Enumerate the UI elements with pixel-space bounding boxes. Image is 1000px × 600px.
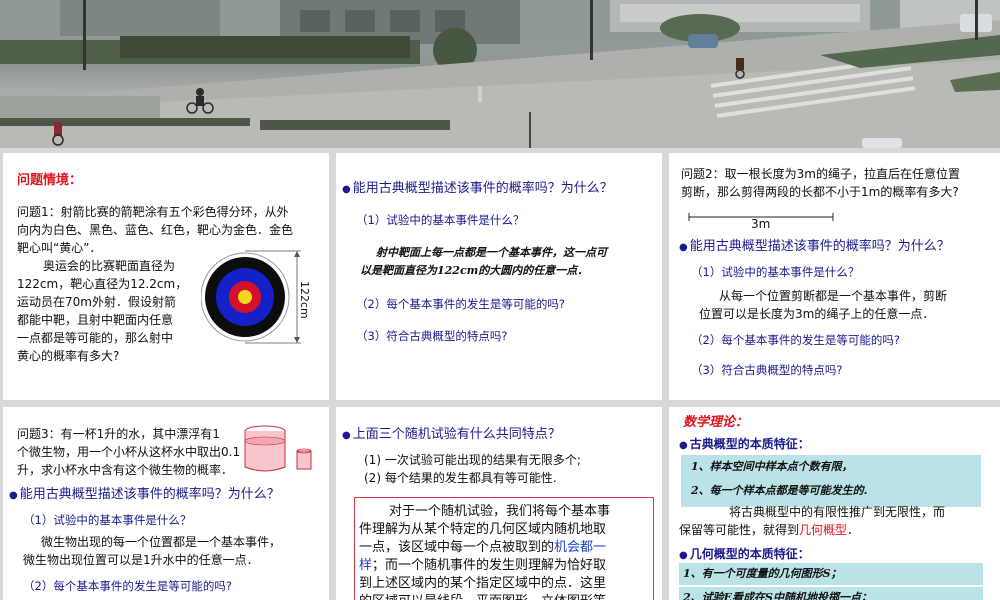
panel-question-1: 能用古典概型描述该事件的概率吗？为什么？ （1）试验中的基本事件是什么？ 射中靶… [336, 153, 662, 400]
sub-question-3: （3）符合古典概型的特点吗? [356, 329, 508, 343]
sub-question-2: （2）每个基本事件的发生是等可能的吗? [691, 333, 900, 347]
classical-feature-2: 2、每一个样本点都是等可能发生的. [691, 484, 868, 497]
problem-1-line: 122cm，靶心直径为12.2cm， [17, 277, 188, 291]
sub-question-3: （3）符合古典概型的特点吗? [691, 363, 843, 377]
sub-question-1: （1）试验中的基本事件是什么？ [23, 513, 192, 527]
section-heading: 数学理论： [683, 415, 749, 430]
answer-line: 微生物出现位置可以是1升水中的任意一点． [23, 553, 259, 567]
problem-1-line: 问题1：射箭比赛的箭靶涂有五个彩色得分环，从外 [17, 205, 289, 219]
problem-1-line: 奥运会的比赛靶面直径为 [43, 259, 176, 273]
panel-problem-1: 问题情境： 问题1：射箭比赛的箭靶涂有五个彩色得分环，从外 向内为白色、黑色、蓝… [3, 153, 329, 400]
geometric-feature-2: 2、试验E看成在S中随机地投掷一点； [683, 591, 872, 600]
main-question: 上面三个随机试验有什么共同特点？ [342, 425, 561, 445]
explanation-line: 样；而一个随机事件的发生则理解为恰好取 [359, 558, 607, 573]
main-question: 能用古典概型描述该事件的概率吗？为什么？ [679, 237, 950, 257]
sub-question-1: （1）试验中的基本事件是什么？ [691, 265, 860, 279]
problem-2-line: 问题2：取一根长度为3m的绳子，拉直后在任意位置 [681, 167, 960, 181]
panel-problem-2: 问题2：取一根长度为3m的绳子，拉直后在任意位置 剪断，那么剪得两段的长都不小于… [669, 153, 1000, 400]
feature-1: (1) 一次试验可能出现的结果有无限多个; [364, 453, 581, 467]
answer-line: 射中靶面上每一点都是一个基本事件，这一点可 [376, 246, 607, 259]
panel-common-features: 上面三个随机试验有什么共同特点？ (1) 一次试验可能出现的结果有无限多个; (… [336, 407, 662, 600]
explanation-line: 对于一个随机试验，我们将每个基本事 [389, 504, 611, 519]
classical-feature-1: 1、样本空间中样本点个数有限， [691, 460, 853, 473]
rope-length-label: 3m [751, 217, 771, 231]
answer-line: 从每一个位置剪断都是一个基本事件，剪断 [719, 289, 948, 303]
geometric-title: 几何概型的本质特征： [679, 545, 810, 565]
feature-2: (2) 每个结果的发生都具有等可能性. [364, 471, 557, 485]
classical-title: 古典概型的本质特征： [679, 435, 810, 455]
problem-3-line: 个微生物，用一个小杯从这杯水中取出0.1 [17, 445, 241, 459]
explanation-line: 到上述区域内的某个指定区域中的点．这里 [359, 576, 607, 591]
diameter-label: 122cm [298, 281, 311, 319]
sub-question-2: （2）每个基本事件的发生是等可能的吗? [23, 579, 232, 593]
panel-math-theory: 数学理论： 古典概型的本质特征： 1、样本空间中样本点个数有限， 2、每一个样本… [669, 407, 1000, 600]
explanation-line: 件理解为从某个特定的几何区域内随机地取 [359, 522, 607, 537]
sub-question-2: （2）每个基本事件的发生是等可能的吗? [356, 297, 565, 311]
geometric-feature-1: 1、有一个可度量的几何图形S； [683, 567, 842, 580]
problem-1-line: 运动员在70m外射．假设射箭 [17, 295, 176, 309]
main-question: 能用古典概型描述该事件的概率吗？为什么？ [342, 179, 613, 199]
explanation-box: 对于一个随机试验，我们将每个基本事 件理解为从某个特定的几何区域内随机地取 一点… [354, 497, 654, 600]
problem-2-line: 剪断，那么剪得两段的长都不小于1m的概率有多大? [681, 185, 959, 199]
answer-line: 微生物出现的每一个位置都是一个基本事件， [41, 535, 282, 549]
main-question: 能用古典概型描述该事件的概率吗？为什么？ [9, 485, 280, 505]
street-photo [0, 0, 1000, 148]
panel-problem-3: 问题3：有一杯1升的水，其中漂浮有1 个微生物，用一个小杯从这杯水中取出0.1 … [3, 407, 329, 600]
explanation-line: 的区域可以是线段、平面图形、立体图形等 [359, 592, 606, 600]
problem-3-line: 问题3：有一杯1升的水，其中漂浮有1 [17, 427, 220, 441]
answer-line: 以是靶面直径为122cm的大圆内的任意一点． [360, 264, 589, 277]
theory-line: 保留等可能性，就得到几何概型． [679, 523, 860, 537]
explanation-line: 一点，该区域中每一个点被取到的机会都一 [359, 540, 607, 555]
problem-3-line: 升，求小杯水中含有这个微生物的概率． [17, 463, 234, 477]
street-photo-drawing [0, 0, 1000, 148]
problem-1-line: 向内为白色、黑色、蓝色、红色，靶心为金色．金色 [17, 223, 294, 237]
theory-line: 将古典概型中的有限性推广到无限性，而 [729, 505, 946, 519]
problem-1-line: 黄心的概率有多大? [17, 349, 120, 363]
sub-question-1: （1）试验中的基本事件是什么？ [356, 213, 525, 227]
section-heading: 问题情境： [17, 173, 83, 188]
answer-line: 位置可以是长度为3m的绳子上的任意一点． [699, 307, 935, 321]
problem-1-line: 一点都是等可能的，那么射中 [17, 331, 174, 345]
water-cups-figure [244, 425, 312, 472]
problem-1-line: 靶心叫“黄心”． [17, 241, 102, 255]
problem-1-line: 都能中靶，且射中靶面内任意 [17, 313, 174, 327]
